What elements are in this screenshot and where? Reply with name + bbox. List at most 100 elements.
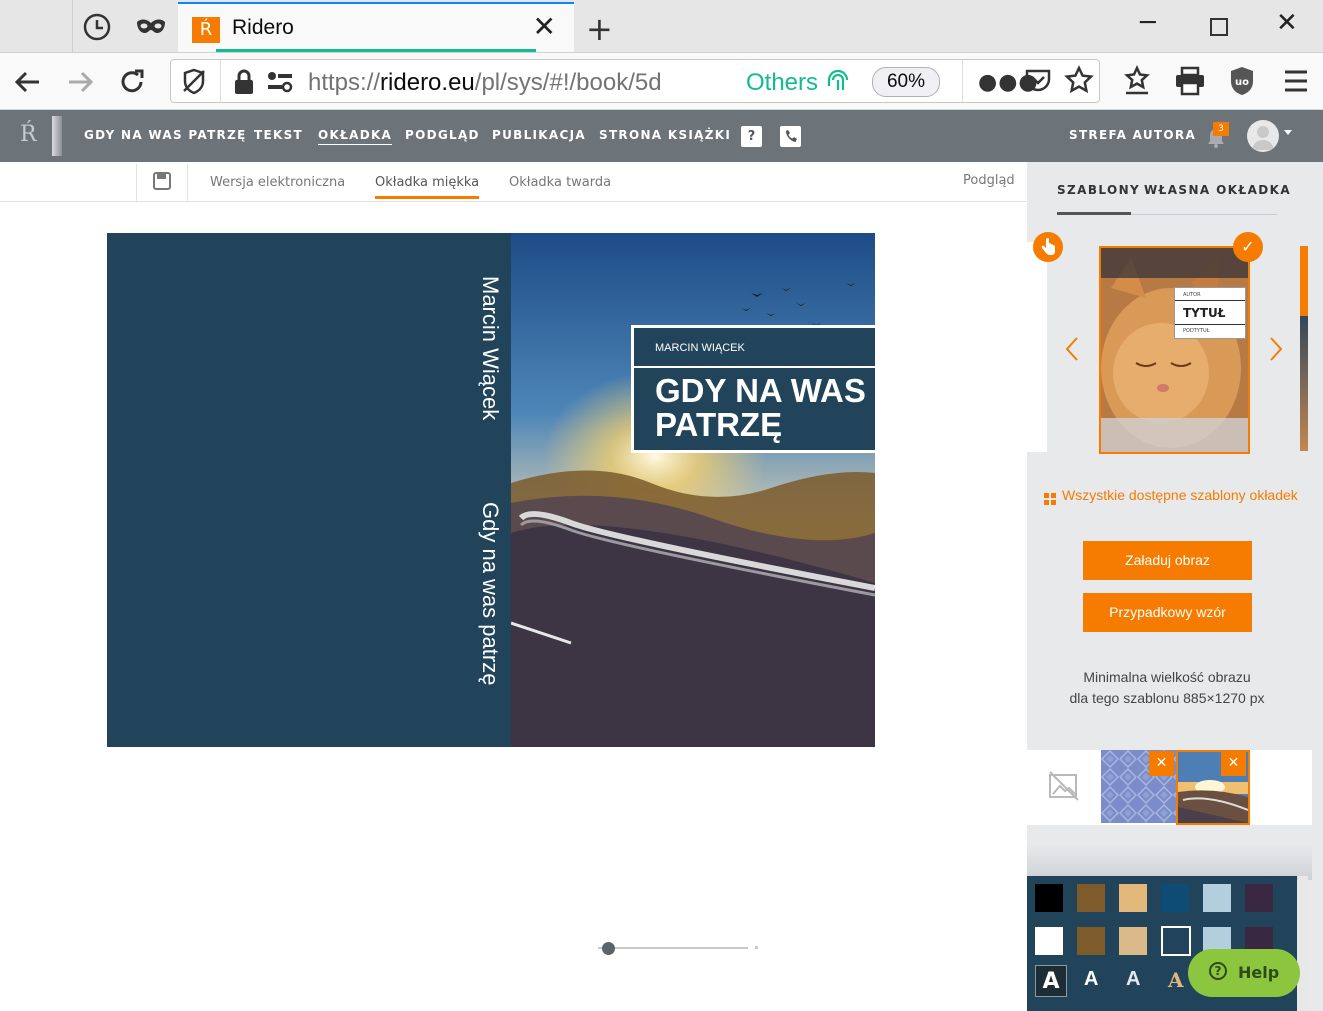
grid-icon xyxy=(1044,490,1056,509)
swatch-row1-6[interactable] xyxy=(1245,884,1273,912)
panel-shadow xyxy=(1027,845,1312,880)
upload-image-button[interactable]: Załaduj obraz xyxy=(1083,541,1252,580)
nav-preview[interactable]: PODGLĄD xyxy=(405,128,480,142)
template-prev-thumb[interactable] xyxy=(1027,242,1047,452)
container-label[interactable]: Others xyxy=(746,69,818,97)
help-circle-icon: ? xyxy=(1209,962,1227,980)
template-title-label: TYTUŁ xyxy=(1183,306,1226,320)
help-question-icon[interactable]: ? xyxy=(741,126,762,147)
permissions-icon[interactable] xyxy=(266,70,294,98)
active-tab-indicator xyxy=(1057,212,1131,215)
url-text[interactable]: https://ridero.eu/pl/sys/#!/book/5d xyxy=(308,69,688,97)
tab-strip-spacer xyxy=(0,0,73,52)
private-mask-icon xyxy=(135,16,167,42)
min-image-size-text: Minimalna wielkość obrazu dla tego szabl… xyxy=(1069,669,1265,706)
swatch-row1-1[interactable] xyxy=(1035,884,1063,912)
minimize-window-icon[interactable]: ─ xyxy=(1140,8,1156,38)
new-tab-icon[interactable]: + xyxy=(586,10,613,48)
print-icon[interactable] xyxy=(1174,66,1206,100)
hand-pointer-icon xyxy=(1033,232,1063,262)
back-icon[interactable] xyxy=(10,64,46,100)
bookmark-star-icon[interactable] xyxy=(1064,65,1094,99)
notification-count-badge: 3 xyxy=(1213,122,1229,136)
nav-cover[interactable]: OKŁADKA xyxy=(318,128,393,145)
container-indicator xyxy=(216,49,536,52)
cover-title-text: GDY NA WAS PATRZĘ xyxy=(655,372,866,443)
cover-author-text: MARCIN WIĄCEK xyxy=(655,342,745,354)
nav-text[interactable]: TEKST xyxy=(254,128,303,142)
font-sample-2[interactable]: A xyxy=(1084,968,1098,991)
swatch-row1-3[interactable] xyxy=(1119,884,1147,912)
avatar-chevron-down-icon[interactable] xyxy=(1284,130,1292,135)
swatch-row1-4[interactable] xyxy=(1161,884,1189,912)
template-next-thumb[interactable] xyxy=(1300,246,1308,451)
swatch-row2-1[interactable] xyxy=(1035,927,1063,955)
fingerprint-icon[interactable] xyxy=(826,68,850,100)
tab-paperback[interactable]: Okładka miękka xyxy=(375,175,480,199)
swatch-row2-2[interactable] xyxy=(1077,927,1105,955)
pocket-icon[interactable] xyxy=(1024,66,1052,98)
zoom-slider-handle[interactable] xyxy=(602,942,615,955)
tracking-protection-icon[interactable] xyxy=(180,67,208,99)
close-window-icon[interactable]: ✕ xyxy=(1276,8,1298,38)
carousel-left-chevron-icon[interactable] xyxy=(1064,336,1080,366)
selected-check-icon: ✓ xyxy=(1233,232,1263,262)
cover-back-and-spine[interactable] xyxy=(107,233,511,747)
zoom-slider-track[interactable] xyxy=(598,947,748,949)
save-icon[interactable] xyxy=(153,172,171,194)
ridero-logo[interactable]: Ŕ xyxy=(20,122,37,147)
hamburger-menu-icon[interactable] xyxy=(1283,69,1309,97)
all-templates-link[interactable]: Wszystkie dostępne szablony okładek xyxy=(1062,487,1298,503)
lock-icon[interactable] xyxy=(233,69,255,99)
tab-hardcover[interactable]: Okładka twarda xyxy=(509,175,611,190)
template-title-box: AUTOR TYTUŁ PODTYTUŁ xyxy=(1174,287,1246,339)
user-avatar[interactable] xyxy=(1247,120,1279,152)
no-image-icon[interactable] xyxy=(1048,770,1080,806)
close-tab-icon[interactable]: ✕ xyxy=(533,12,556,42)
swatch-row1-2[interactable] xyxy=(1077,884,1105,912)
maximize-window-icon[interactable] xyxy=(1210,18,1228,36)
font-sample-1-selected[interactable]: A xyxy=(1035,965,1067,997)
cover-title-divider xyxy=(634,366,878,368)
font-sample-3[interactable]: A xyxy=(1126,968,1140,991)
preview-link[interactable]: Podgląd xyxy=(963,173,1015,188)
random-pattern-button[interactable]: Przypadkowy wzór xyxy=(1083,593,1252,632)
bookmarks-menu-icon[interactable] xyxy=(1122,65,1152,101)
browser-tab-active[interactable]: Ŕ Ridero ✕ xyxy=(178,2,574,52)
nav-book-title[interactable]: GDY NA WAS PATRZĘ xyxy=(84,128,247,142)
panel-scrollbar[interactable] xyxy=(1298,876,1308,1011)
author-zone-link[interactable]: STREFA AUTORA xyxy=(1069,128,1196,142)
history-icon[interactable] xyxy=(82,12,112,46)
tab-title: Ridero xyxy=(232,16,294,39)
remove-photo-icon[interactable]: ✕ xyxy=(1221,751,1246,776)
swatch-row1-5[interactable] xyxy=(1203,884,1231,912)
template-thumbnail-selected[interactable] xyxy=(1099,246,1250,454)
spine-title-text: Gdy na was patrzę xyxy=(478,502,503,686)
swatch-row2-4-selected[interactable] xyxy=(1161,926,1191,956)
ublock-shield-icon[interactable]: uo xyxy=(1228,65,1256,101)
carousel-right-chevron-icon[interactable] xyxy=(1268,336,1284,366)
tab-ebook[interactable]: Wersja elektroniczna xyxy=(210,175,345,190)
help-label: Help xyxy=(1238,963,1280,982)
template-subtitle-label: PODTYTUŁ xyxy=(1183,328,1210,334)
book-thumbnail xyxy=(52,116,62,156)
nav-publication[interactable]: PUBLIKACJA xyxy=(492,128,586,142)
ridero-favicon-icon: Ŕ xyxy=(192,17,220,43)
forward-icon[interactable] xyxy=(62,64,98,100)
svg-text:uo: uo xyxy=(1235,77,1249,88)
zoom-slider-end xyxy=(755,946,758,949)
spine-author-text: Marcin Wiącek xyxy=(478,276,503,421)
zoom-level-button[interactable]: 60% xyxy=(872,67,940,97)
cover-title-box[interactable]: MARCIN WIĄCEK GDY NA WAS PATRZĘ xyxy=(631,325,878,453)
cover-front-image[interactable] xyxy=(511,233,875,747)
reload-icon[interactable] xyxy=(114,64,150,100)
nav-book-page[interactable]: STRONA KSIĄŻKI xyxy=(599,128,731,142)
swatch-row2-3[interactable] xyxy=(1119,927,1147,955)
tab-own-cover[interactable]: WŁASNA OKŁADKA xyxy=(1144,183,1291,197)
template-author-label: AUTOR xyxy=(1183,292,1201,298)
phone-icon[interactable] xyxy=(780,126,801,147)
help-button[interactable]: ? Help xyxy=(1188,949,1300,997)
remove-pattern-icon[interactable]: ✕ xyxy=(1149,751,1174,776)
font-sample-4[interactable]: A xyxy=(1168,968,1184,992)
tab-templates[interactable]: SZABLONY xyxy=(1057,183,1140,197)
